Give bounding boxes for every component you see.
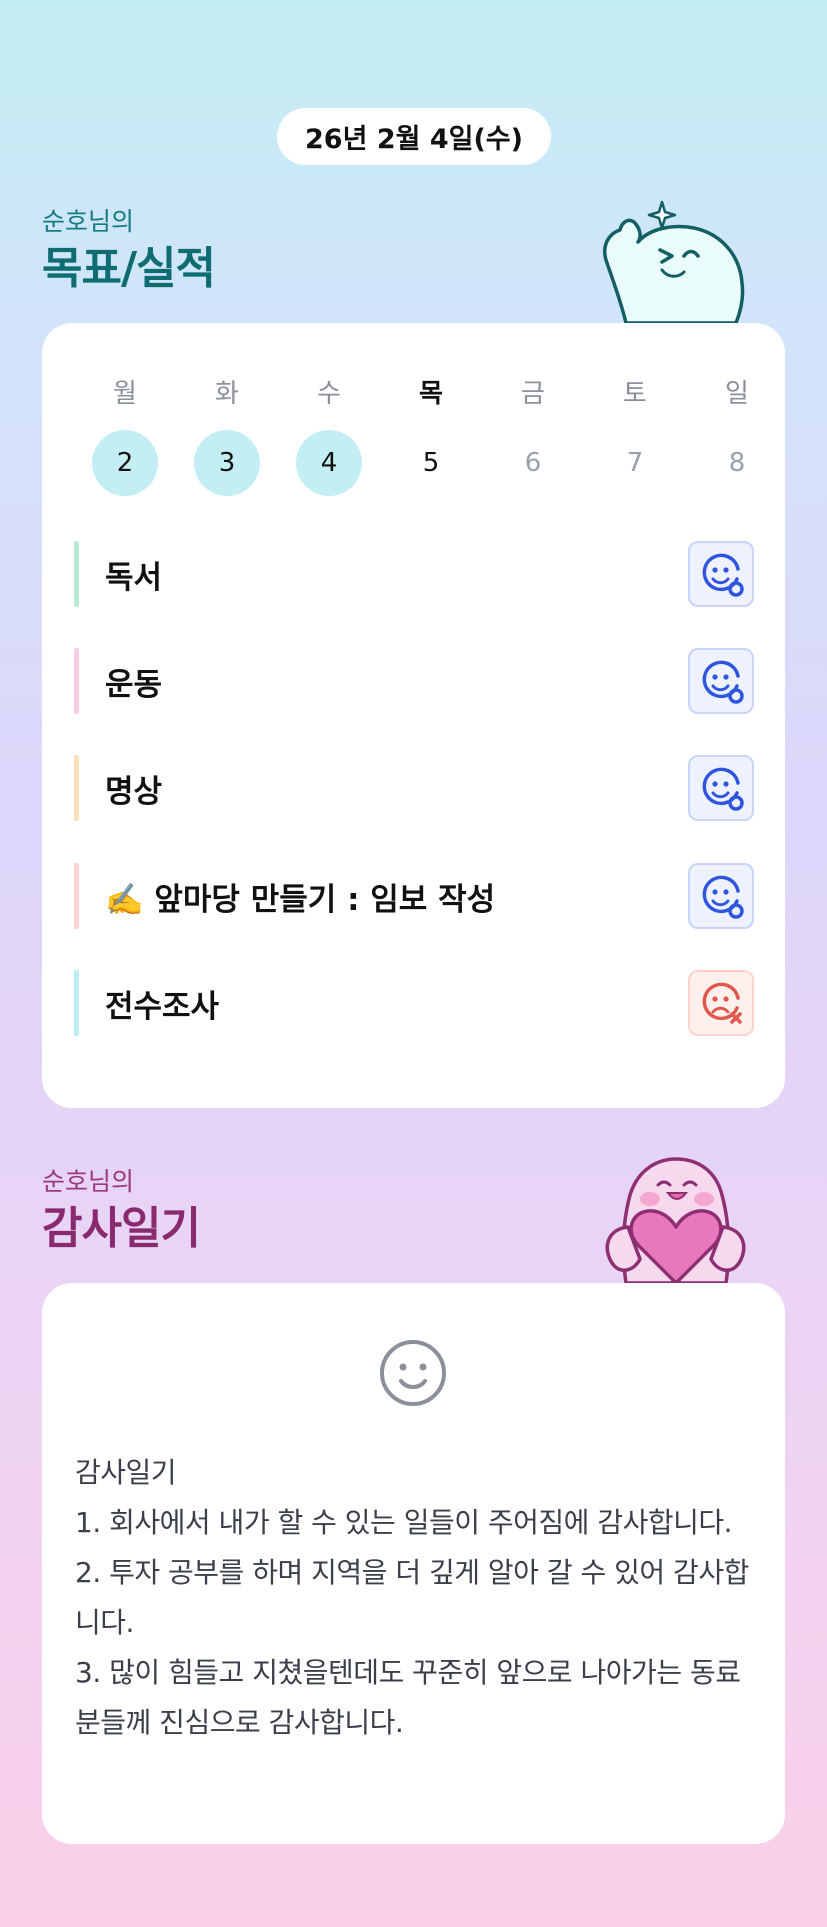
date-cell[interactable]: 2 xyxy=(74,430,176,496)
weekday-label: 일 xyxy=(725,379,749,409)
gratitude-text: 감사일기 1. 회사에서 내가 할 수 있는 일들이 주어짐에 감사합니다. 2… xyxy=(75,1456,749,1739)
task-color-bar xyxy=(74,970,79,1036)
date-number: 3 xyxy=(194,430,260,496)
date-cell[interactable]: 3 xyxy=(176,430,278,496)
smile-check-icon xyxy=(702,553,744,597)
weekday-header: 월 화 수 목 금 토 일 xyxy=(74,373,788,410)
task-label: 독서 xyxy=(105,559,163,596)
mascot-heart-icon xyxy=(605,1157,746,1283)
task-row: 전수조사 xyxy=(74,970,754,1036)
goal-card: 월 화 수 목 금 토 일 2 3 4 5 6 7 8 독서 운동 명상 ✍️ … xyxy=(42,323,785,1108)
mascot-wink-icon xyxy=(603,200,745,323)
task-row: 독서 xyxy=(74,541,754,607)
weekday-label: 토 xyxy=(623,379,647,409)
task-row: 명상 xyxy=(74,755,754,821)
task-color-bar xyxy=(74,755,79,821)
weekday-label: 수 xyxy=(317,379,341,409)
date-row: 2 3 4 5 6 7 8 xyxy=(74,430,788,496)
task-color-bar xyxy=(74,863,79,929)
date-cell[interactable]: 4 xyxy=(278,430,380,496)
task-color-bar xyxy=(74,648,79,714)
date-badge: 26년 2월 4일(수) xyxy=(277,108,551,165)
date-number: 6 xyxy=(524,448,542,478)
date-cell[interactable]: 7 xyxy=(584,430,686,496)
date-number: 2 xyxy=(92,430,158,496)
date-number: 7 xyxy=(626,448,644,478)
weekday-label: 화 xyxy=(215,379,239,409)
date-number: 4 xyxy=(296,430,362,496)
task-status-button[interactable] xyxy=(688,755,754,821)
weekday-label: 금 xyxy=(521,379,545,409)
gratitude-card: 감사일기 1. 회사에서 내가 할 수 있는 일들이 주어짐에 감사합니다. 2… xyxy=(42,1283,785,1844)
task-label: ✍️ 앞마당 만들기 : 임보 작성 xyxy=(105,881,496,918)
neutral-smile-icon xyxy=(380,1340,446,1406)
task-color-bar xyxy=(74,541,79,607)
weekday-label: 월 xyxy=(113,379,137,409)
smile-check-icon xyxy=(702,875,744,919)
date-number: 8 xyxy=(728,448,746,478)
task-label: 전수조사 xyxy=(105,988,220,1025)
task-label: 명상 xyxy=(105,773,163,810)
date-cell[interactable]: 8 xyxy=(686,430,788,496)
gratitude-section-title: 감사일기 xyxy=(42,1203,201,1254)
smile-check-icon xyxy=(702,767,744,811)
task-label: 운동 xyxy=(105,666,163,703)
goal-section-title: 목표/실적 xyxy=(42,243,216,294)
date-cell-today[interactable]: 5 xyxy=(380,430,482,496)
smile-check-icon xyxy=(702,660,744,704)
task-row: ✍️ 앞마당 만들기 : 임보 작성 xyxy=(74,863,754,929)
task-status-button[interactable] xyxy=(688,648,754,714)
date-cell[interactable]: 6 xyxy=(482,430,584,496)
date-number: 5 xyxy=(422,448,440,478)
weekday-label-today: 목 xyxy=(419,379,443,409)
task-row: 운동 xyxy=(74,648,754,714)
task-status-button[interactable] xyxy=(688,863,754,929)
sad-x-icon xyxy=(702,982,742,1024)
task-status-button[interactable] xyxy=(688,541,754,607)
task-status-button[interactable] xyxy=(688,970,754,1036)
